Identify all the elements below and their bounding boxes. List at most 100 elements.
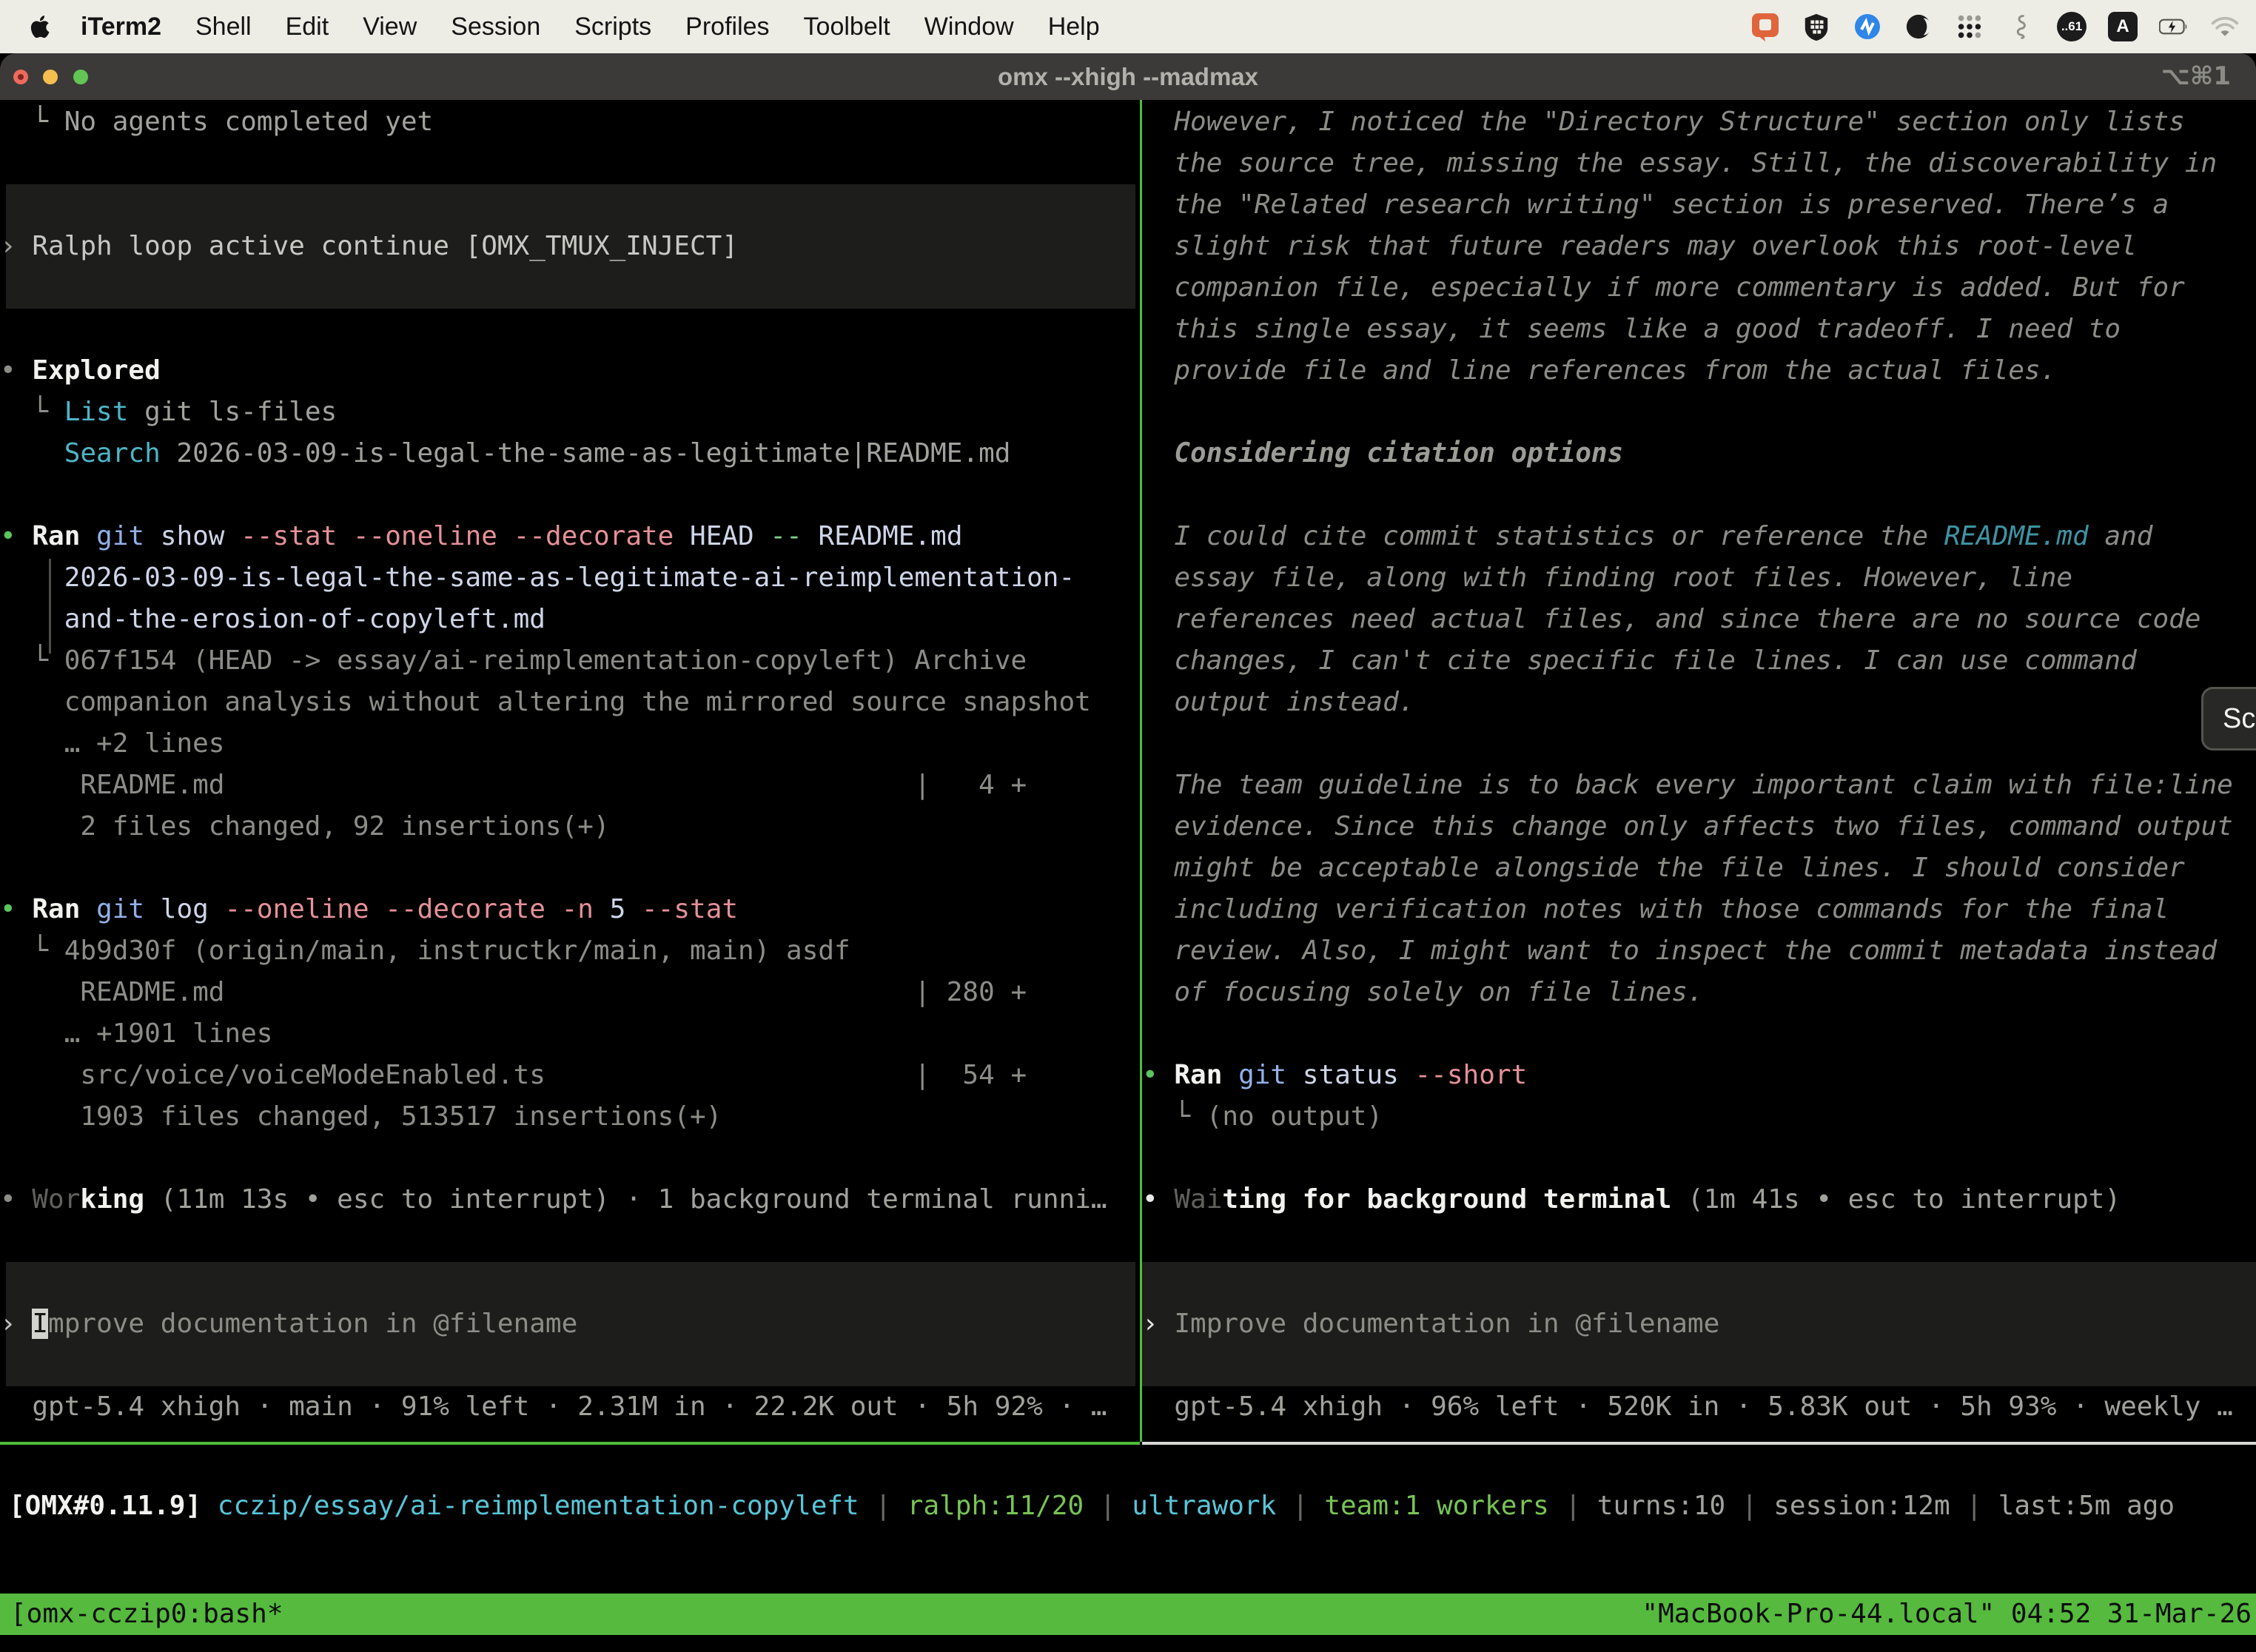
tmux-host-clock-label: "MacBook-Pro-44.local" 04:52 31-Mar-26 — [1642, 1594, 2252, 1635]
terminal-row: Considering citation options — [1142, 433, 2256, 474]
wifi-icon[interactable] — [2210, 12, 2240, 41]
menu-item-iterm2[interactable]: iTerm2 — [64, 0, 178, 53]
terminal-row — [1142, 1138, 2256, 1179]
blue-zigzag-icon[interactable] — [1853, 12, 1882, 41]
terminal-row: • Waiting for background terminal (1m 41… — [1142, 1179, 2256, 1220]
terminal-row: provide file and line references from th… — [1142, 350, 2256, 392]
terminal-row: this single essay, it seems like a good … — [1142, 309, 2256, 350]
terminal-row: output instead. — [1142, 682, 2256, 723]
menu-item-scripts[interactable]: Scripts — [557, 0, 668, 53]
menu-item-profiles[interactable]: Profiles — [668, 0, 786, 53]
terminal-row: gpt-5.4 xhigh · 96% left · 520K in · 5.8… — [1142, 1386, 2256, 1428]
terminal-row: Search 2026-03-09-is-legal-the-same-as-l… — [0, 433, 1140, 474]
terminal-row: • Working (11m 13s • esc to interrupt) ·… — [0, 1179, 1140, 1220]
terminal-row — [0, 1262, 1140, 1303]
terminal-row: companion file, especially if more comme… — [1142, 267, 2256, 309]
terminal-row: README.md | 4 + — [0, 765, 1140, 806]
terminal-row: companion analysis without altering the … — [0, 682, 1140, 723]
terminal-row — [0, 474, 1140, 516]
menu-item-shell[interactable]: Shell — [178, 0, 269, 53]
tmux-status-bar: [omx-cczip0:bash* "MacBook-Pro-44.local"… — [0, 1594, 2256, 1635]
terminal-row — [0, 184, 1140, 226]
terminal-row — [0, 1138, 1140, 1179]
menu-item-help[interactable]: Help — [1031, 0, 1117, 53]
terminal-row — [0, 1220, 1140, 1262]
terminal-row: [OMX#0.11.9] cczip/essay/ai-reimplementa… — [9, 1485, 2256, 1527]
terminal-row: evidence. Since this change only affects… — [1142, 806, 2256, 847]
terminal-row — [1142, 392, 2256, 433]
terminal-row — [1142, 1345, 2256, 1386]
terminal-row: including verification notes with those … — [1142, 889, 2256, 930]
terminal-row: However, I noticed the "Directory Struct… — [1142, 101, 2256, 143]
terminal-row: the source tree, missing the essay. Stil… — [1142, 143, 2256, 184]
terminal-row: └ List git ls-files — [0, 392, 1140, 433]
terminal-row — [1142, 1262, 2256, 1303]
menu-bar-status-icons: ..61 A — [1750, 0, 2240, 53]
menu-item-toolbelt[interactable]: Toolbelt — [787, 0, 907, 53]
terminal-row — [1142, 474, 2256, 516]
terminal-row: • Ran git show --stat --oneline --decora… — [0, 516, 1140, 557]
terminal-row: └ No agents completed yet — [0, 101, 1140, 143]
terminal-row — [0, 267, 1140, 309]
omx-status-line: [OMX#0.11.9] cczip/essay/ai-reimplementa… — [0, 1485, 2256, 1527]
terminal-row: references need actual files, and since … — [1142, 599, 2256, 640]
shield-grid-icon[interactable] — [1802, 12, 1831, 41]
terminal-row — [0, 309, 1140, 350]
menu-item-edit[interactable]: Edit — [269, 0, 346, 53]
a-badge-icon[interactable]: A — [2108, 12, 2138, 41]
chat-app-icon[interactable] — [1750, 12, 1780, 41]
terminal-row: essay file, along with finding root file… — [1142, 557, 2256, 599]
menu-item-session[interactable]: Session — [434, 0, 557, 53]
terminal-row: and-the-erosion-of-copyleft.md — [0, 599, 1140, 640]
menu-item-window[interactable]: Window — [907, 0, 1031, 53]
count-badge-icon[interactable]: ..61 — [2057, 12, 2087, 41]
terminal-row: the "Related research writing" section i… — [1142, 184, 2256, 226]
terminal-row: slight risk that future readers may over… — [1142, 226, 2256, 267]
terminal-row: review. Also, I might want to inspect th… — [1142, 930, 2256, 972]
menu-item-view[interactable]: View — [346, 0, 434, 53]
terminal-row: of focusing solely on file lines. — [1142, 972, 2256, 1013]
terminal-row: └ (no output) — [1142, 1096, 2256, 1138]
battery-icon[interactable] — [2159, 12, 2189, 41]
terminal-row: 1903 files changed, 513517 insertions(+) — [0, 1096, 1140, 1138]
terminal-row — [0, 143, 1140, 184]
right-pane-rows: However, I noticed the "Directory Struct… — [1142, 100, 2256, 1428]
screen-share-tooltip[interactable]: Scre — [2201, 687, 2256, 751]
terminal-row: I could cite commit statistics or refere… — [1142, 516, 2256, 557]
window-shortcut-badge: ⌥⌘1 — [2161, 53, 2231, 100]
terminal-row: › Improve documentation in @filename — [0, 1303, 1140, 1345]
terminal-row: changes, I can't cite specific file line… — [1142, 640, 2256, 682]
terminal-row: └ 4b9d30f (origin/main, instructkr/main,… — [0, 930, 1140, 972]
terminal-row — [1142, 1013, 2256, 1055]
terminal-row: The team guideline is to back every impo… — [1142, 765, 2256, 806]
terminal-row: README.md | 280 + — [0, 972, 1140, 1013]
menu-bar: iTerm2 Shell Edit View Session Scripts P… — [0, 0, 2256, 53]
terminal-row: 2026-03-09-is-legal-the-same-as-legitima… — [0, 557, 1140, 599]
right-pane-bottom-border — [1142, 1442, 2256, 1445]
terminal-row: › Improve documentation in @filename — [1142, 1303, 2256, 1345]
left-pane: └ No agents completed yet › Ralph loop ac… — [0, 100, 1140, 1442]
window-title: omx --xhigh --madmax — [0, 53, 2256, 100]
tmux-session-label: [omx-cczip0:bash* — [10, 1594, 283, 1635]
dots-grid-icon[interactable] — [1955, 12, 1984, 41]
terminal-row: 2 files changed, 92 insertions(+) — [0, 806, 1140, 847]
terminal-row: … +1901 lines — [0, 1013, 1140, 1055]
terminal-row: might be acceptable alongside the file l… — [1142, 847, 2256, 889]
terminal-row: … +2 lines — [0, 723, 1140, 765]
left-pane-rows: └ No agents completed yet › Ralph loop ac… — [0, 100, 1140, 1428]
terminal-row: • Ran git status --short — [1142, 1055, 2256, 1096]
terminal-row — [0, 847, 1140, 889]
crescent-circle-icon[interactable] — [1904, 12, 1933, 41]
terminal-row: • Ran git log --oneline --decorate -n 5 … — [0, 889, 1140, 930]
apple-menu-icon[interactable] — [28, 12, 53, 41]
terminal-row: › Ralph loop active continue [OMX_TMUX_I… — [0, 226, 1140, 267]
terminal-row — [0, 1345, 1140, 1386]
terminal-row: src/voice/voiceModeEnabled.ts | 54 + — [0, 1055, 1140, 1096]
terminal-row: • Explored — [0, 350, 1140, 392]
left-pane-bottom-border — [0, 1442, 1140, 1445]
squiggle-icon[interactable] — [2006, 12, 2035, 41]
right-pane: However, I noticed the "Directory Struct… — [1142, 100, 2256, 1442]
terminal-row — [1142, 723, 2256, 765]
terminal-area: └ No agents completed yet › Ralph loop ac… — [0, 100, 2256, 1652]
terminal-row: gpt-5.4 xhigh · main · 91% left · 2.31M … — [0, 1386, 1140, 1428]
